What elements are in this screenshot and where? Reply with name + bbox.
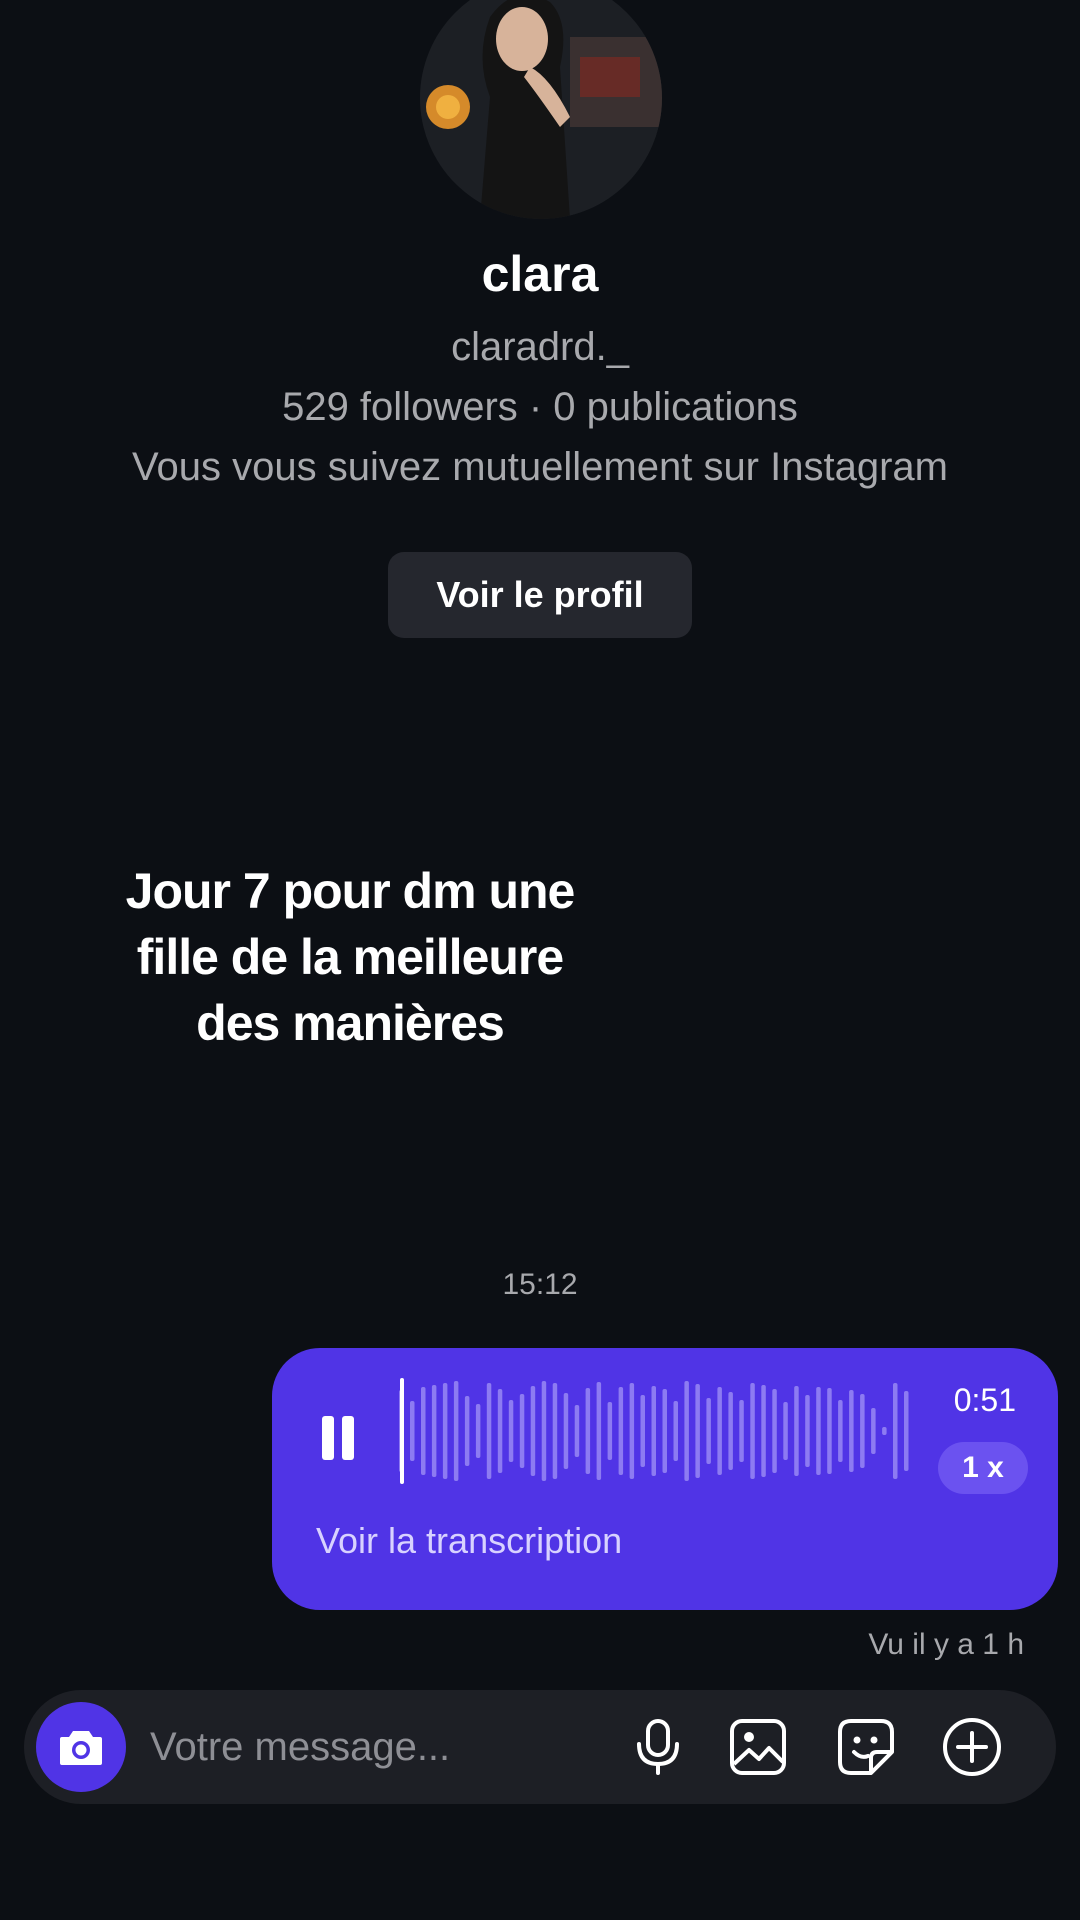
waveform-bar <box>871 1408 876 1454</box>
waveform-bar <box>497 1389 503 1473</box>
message-timestamp: 15:12 <box>502 1268 578 1301</box>
message-input[interactable] <box>150 1718 610 1776</box>
more-options-button[interactable] <box>940 1715 1004 1779</box>
camera-button[interactable] <box>36 1702 126 1792</box>
waveform-bar <box>563 1393 569 1469</box>
caption-line-1: Jour 7 pour dm une <box>125 863 576 919</box>
waveform-bar <box>421 1387 426 1475</box>
gallery-icon <box>730 1719 786 1775</box>
profile-stats: 529 followers · 0 publications <box>282 385 798 429</box>
profile-avatar[interactable] <box>420 0 662 219</box>
waveform-bar <box>739 1400 744 1462</box>
playback-speed-button[interactable]: 1 x <box>938 1442 1028 1494</box>
playback-position[interactable] <box>400 1378 404 1484</box>
waveform-bar <box>431 1385 437 1477</box>
voice-duration: 0:51 <box>953 1382 1016 1418</box>
avatar-photo <box>420 0 662 219</box>
profile-handle: claradrd._ <box>451 325 629 369</box>
waveform-bar <box>541 1381 547 1481</box>
camera-icon <box>60 1731 102 1765</box>
view-profile-button[interactable]: Voir le profil <box>388 552 692 638</box>
microphone-icon <box>637 1719 679 1775</box>
waveform-bar <box>585 1388 591 1474</box>
waveform-bar <box>519 1394 525 1468</box>
waveform-bar <box>508 1400 514 1462</box>
waveform-bar <box>695 1384 700 1478</box>
waveform-bar <box>904 1391 909 1471</box>
pause-icon-bar-left <box>322 1416 334 1460</box>
waveform-bar <box>410 1401 415 1461</box>
waveform-bar <box>816 1387 821 1475</box>
pause-icon-bar-right <box>342 1416 354 1460</box>
seen-status: Vu il y a 1 h <box>868 1628 1024 1661</box>
waveform-bar <box>442 1383 448 1479</box>
waveform-bar <box>772 1389 777 1473</box>
waveform-bar <box>717 1387 722 1475</box>
waveform-bar <box>552 1383 558 1479</box>
waveform-bar <box>574 1405 580 1457</box>
caption-line-3: des manières <box>196 995 505 1051</box>
waveform-bar <box>684 1381 689 1481</box>
waveform-bar <box>838 1400 843 1462</box>
sticker-icon <box>838 1719 894 1775</box>
waveform-bar <box>596 1382 602 1480</box>
waveform-bar <box>530 1386 536 1476</box>
dm-thread-screen: clara claradrd._ 529 followers · 0 publi… <box>0 0 1080 1920</box>
waveform-bar <box>475 1404 481 1458</box>
waveform-bar <box>618 1387 624 1475</box>
waveform-bar <box>662 1389 667 1473</box>
mutual-follow-note: Vous vous suivez mutuellement sur Instag… <box>132 445 948 489</box>
voice-message-bubble[interactable]: 0:51 1 x Voir la transcription <box>272 1348 1058 1610</box>
waveform-bar <box>464 1396 470 1466</box>
caption-line-2: fille de la meilleure <box>136 929 564 985</box>
profile-name: clara <box>481 246 599 302</box>
waveform-bar <box>783 1402 788 1460</box>
microphone-button[interactable] <box>626 1715 690 1779</box>
sticker-button[interactable] <box>834 1715 898 1779</box>
waveform-bar <box>629 1383 635 1479</box>
message-composer <box>24 1690 1056 1804</box>
waveform-bar <box>728 1392 733 1470</box>
waveform[interactable] <box>398 1376 914 1486</box>
view-transcript-link[interactable]: Voir la transcription <box>316 1520 622 1562</box>
waveform-bar <box>805 1395 810 1467</box>
waveform-bar <box>453 1381 459 1481</box>
waveform-bar <box>673 1401 678 1461</box>
waveform-bar <box>706 1398 711 1464</box>
plus-circle-icon <box>943 1718 1001 1776</box>
waveform-bar <box>893 1383 898 1479</box>
waveform-bar <box>827 1388 832 1474</box>
waveform-bar <box>607 1402 613 1460</box>
waveform-bar <box>750 1383 755 1479</box>
gallery-button[interactable] <box>726 1715 790 1779</box>
waveform-bar <box>761 1385 766 1477</box>
waveform-bar <box>486 1383 492 1479</box>
waveform-bar <box>849 1390 854 1472</box>
waveform-bar <box>651 1386 656 1476</box>
video-overlay-caption: Jour 7 pour dm une fille de la meilleure… <box>80 858 620 1056</box>
waveform-bar <box>860 1394 865 1468</box>
waveform-bar <box>640 1395 645 1467</box>
waveform-bar <box>794 1386 799 1476</box>
waveform-bar <box>882 1427 887 1435</box>
pause-button[interactable] <box>320 1416 360 1464</box>
